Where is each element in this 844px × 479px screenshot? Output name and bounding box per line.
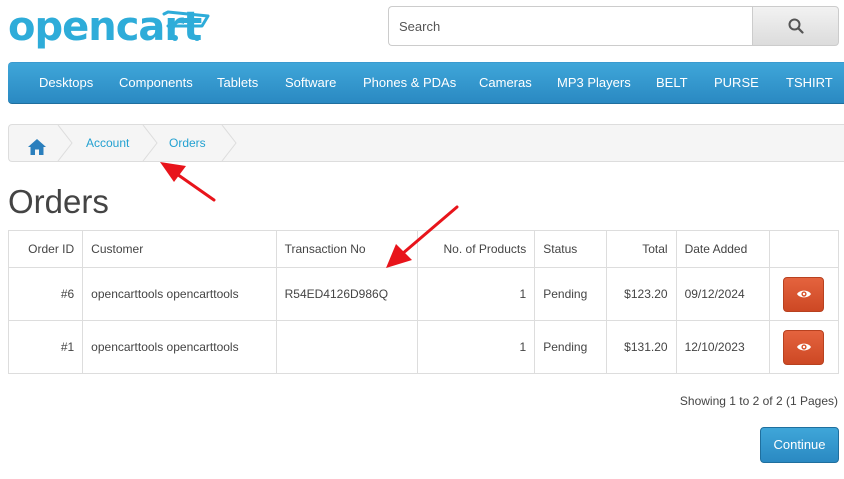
order-id-cell: #6 bbox=[7, 267, 84, 321]
date-added-cell: 12/10/2023 bbox=[675, 320, 770, 374]
opencart-logo[interactable]: opencart bbox=[8, 4, 214, 50]
customer-cell: opencarttools opencarttools bbox=[82, 320, 277, 374]
logo-text: opencart bbox=[8, 4, 202, 50]
column-header-action bbox=[768, 230, 840, 268]
search-box bbox=[388, 6, 839, 46]
action-cell bbox=[768, 320, 840, 374]
action-cell bbox=[768, 267, 840, 321]
view-order-button[interactable] bbox=[783, 329, 825, 365]
column-header-customer: Customer bbox=[82, 230, 277, 268]
menu-item-belt[interactable]: BELT bbox=[656, 63, 688, 103]
main-menu: Desktops Components Tablets Software Pho… bbox=[8, 62, 844, 104]
breadcrumb-separator bbox=[221, 125, 237, 161]
total-cell: $131.20 bbox=[606, 320, 677, 374]
column-header-status: Status bbox=[534, 230, 608, 268]
menu-item-components[interactable]: Components bbox=[119, 63, 193, 103]
menu-item-phones-pdas[interactable]: Phones & PDAs bbox=[363, 63, 456, 103]
menu-item-software[interactable]: Software bbox=[285, 63, 336, 103]
status-cell: Pending bbox=[534, 267, 608, 321]
breadcrumb-orders[interactable]: Orders bbox=[169, 125, 206, 161]
status-cell: Pending bbox=[534, 320, 608, 374]
menu-item-desktops[interactable]: Desktops bbox=[39, 63, 93, 103]
breadcrumb-account[interactable]: Account bbox=[86, 125, 129, 161]
column-header-transaction-no: Transaction No bbox=[275, 230, 418, 268]
column-header-total: Total bbox=[606, 230, 677, 268]
customer-cell: opencarttools opencarttools bbox=[82, 267, 277, 321]
menu-item-purse[interactable]: PURSE bbox=[714, 63, 759, 103]
date-added-cell: 09/12/2024 bbox=[675, 267, 770, 321]
products-cell: 1 bbox=[416, 267, 536, 321]
breadcrumb-separator bbox=[57, 125, 73, 161]
total-cell: $123.20 bbox=[606, 267, 677, 321]
menu-item-tablets[interactable]: Tablets bbox=[217, 63, 258, 103]
eye-icon bbox=[796, 343, 811, 351]
table-row: #6 opencarttools opencarttools R54ED4126… bbox=[7, 267, 840, 321]
search-icon bbox=[788, 18, 804, 34]
menu-item-tshirt[interactable]: TSHIRT bbox=[786, 63, 833, 103]
search-input[interactable] bbox=[388, 6, 753, 46]
table-header-row: Order ID Customer Transaction No No. of … bbox=[7, 230, 840, 268]
table-row: #1 opencarttools opencarttools 1 Pending… bbox=[7, 320, 840, 374]
eye-icon bbox=[796, 290, 811, 298]
continue-button[interactable]: Continue bbox=[760, 427, 839, 463]
breadcrumb-separator bbox=[142, 125, 158, 161]
column-header-date-added: Date Added bbox=[675, 230, 770, 268]
column-header-products: No. of Products bbox=[416, 230, 536, 268]
transaction-no-cell bbox=[275, 320, 418, 374]
annotation-arrow-breadcrumb bbox=[160, 162, 216, 202]
page-title: Orders bbox=[8, 183, 109, 220]
breadcrumb-home[interactable] bbox=[27, 134, 47, 155]
view-order-button[interactable] bbox=[783, 276, 825, 312]
menu-item-cameras[interactable]: Cameras bbox=[479, 63, 532, 103]
menu-item-mp3-players[interactable]: MP3 Players bbox=[557, 63, 631, 103]
orders-table: Order ID Customer Transaction No No. of … bbox=[7, 230, 840, 374]
column-header-order-id: Order ID bbox=[7, 230, 84, 268]
pagination-info: Showing 1 to 2 of 2 (1 Pages) bbox=[679, 394, 838, 408]
home-icon bbox=[28, 139, 46, 155]
order-id-cell: #1 bbox=[7, 320, 84, 374]
breadcrumb: Account Orders bbox=[8, 124, 844, 162]
transaction-no-cell: R54ED4126D986Q bbox=[275, 267, 418, 321]
products-cell: 1 bbox=[416, 320, 536, 374]
search-button[interactable] bbox=[752, 6, 839, 46]
